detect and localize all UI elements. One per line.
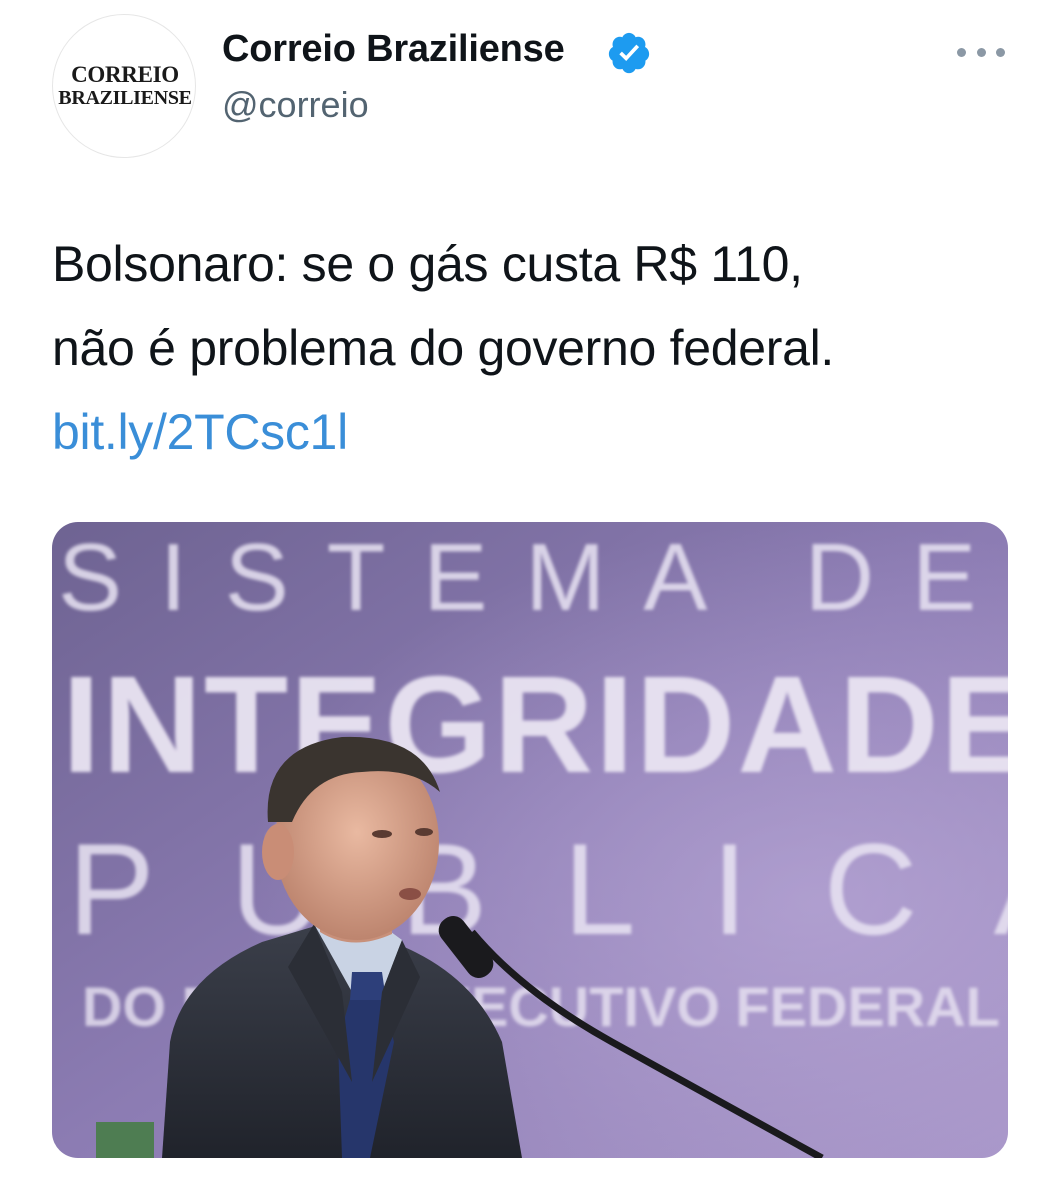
avatar[interactable]: CORREIO BRAZILIENSE [52, 14, 196, 158]
banner-line-3: PÚBLICA [68, 816, 1008, 962]
verified-badge-icon [608, 32, 650, 74]
tweet-photo[interactable]: SISTEMA DE INTEGRIDADE PÚBLICA DO PODER … [52, 522, 1008, 1158]
more-options-icon[interactable] [957, 38, 1005, 66]
tweet-link[interactable]: bit.ly/2TCsc1l [52, 404, 348, 460]
avatar-logo-line-2: BRAZILIENSE [58, 87, 192, 109]
tweet-text-line: Bolsonaro: se o gás custa R$ 110, [52, 236, 803, 292]
tweet: CORREIO BRAZILIENSE Correio Braziliense … [0, 0, 1059, 1200]
tweet-text: Bolsonaro: se o gás custa R$ 110, não é … [52, 222, 1012, 474]
tweet-text-line: não é problema do governo federal. [52, 320, 835, 376]
more-dot [976, 47, 986, 57]
banner-line-1: SISTEMA DE [58, 524, 1008, 631]
banner-line-2: INTEGRIDADE [62, 648, 1008, 802]
more-dot [996, 47, 1005, 57]
more-dot [957, 47, 966, 57]
display-name[interactable]: Correio Braziliense [222, 28, 565, 71]
photo-image: SISTEMA DE INTEGRIDADE PÚBLICA DO PODER … [52, 522, 1008, 1158]
handle[interactable]: @correio [222, 84, 369, 126]
avatar-logo-line-1: CORREIO [71, 62, 179, 87]
